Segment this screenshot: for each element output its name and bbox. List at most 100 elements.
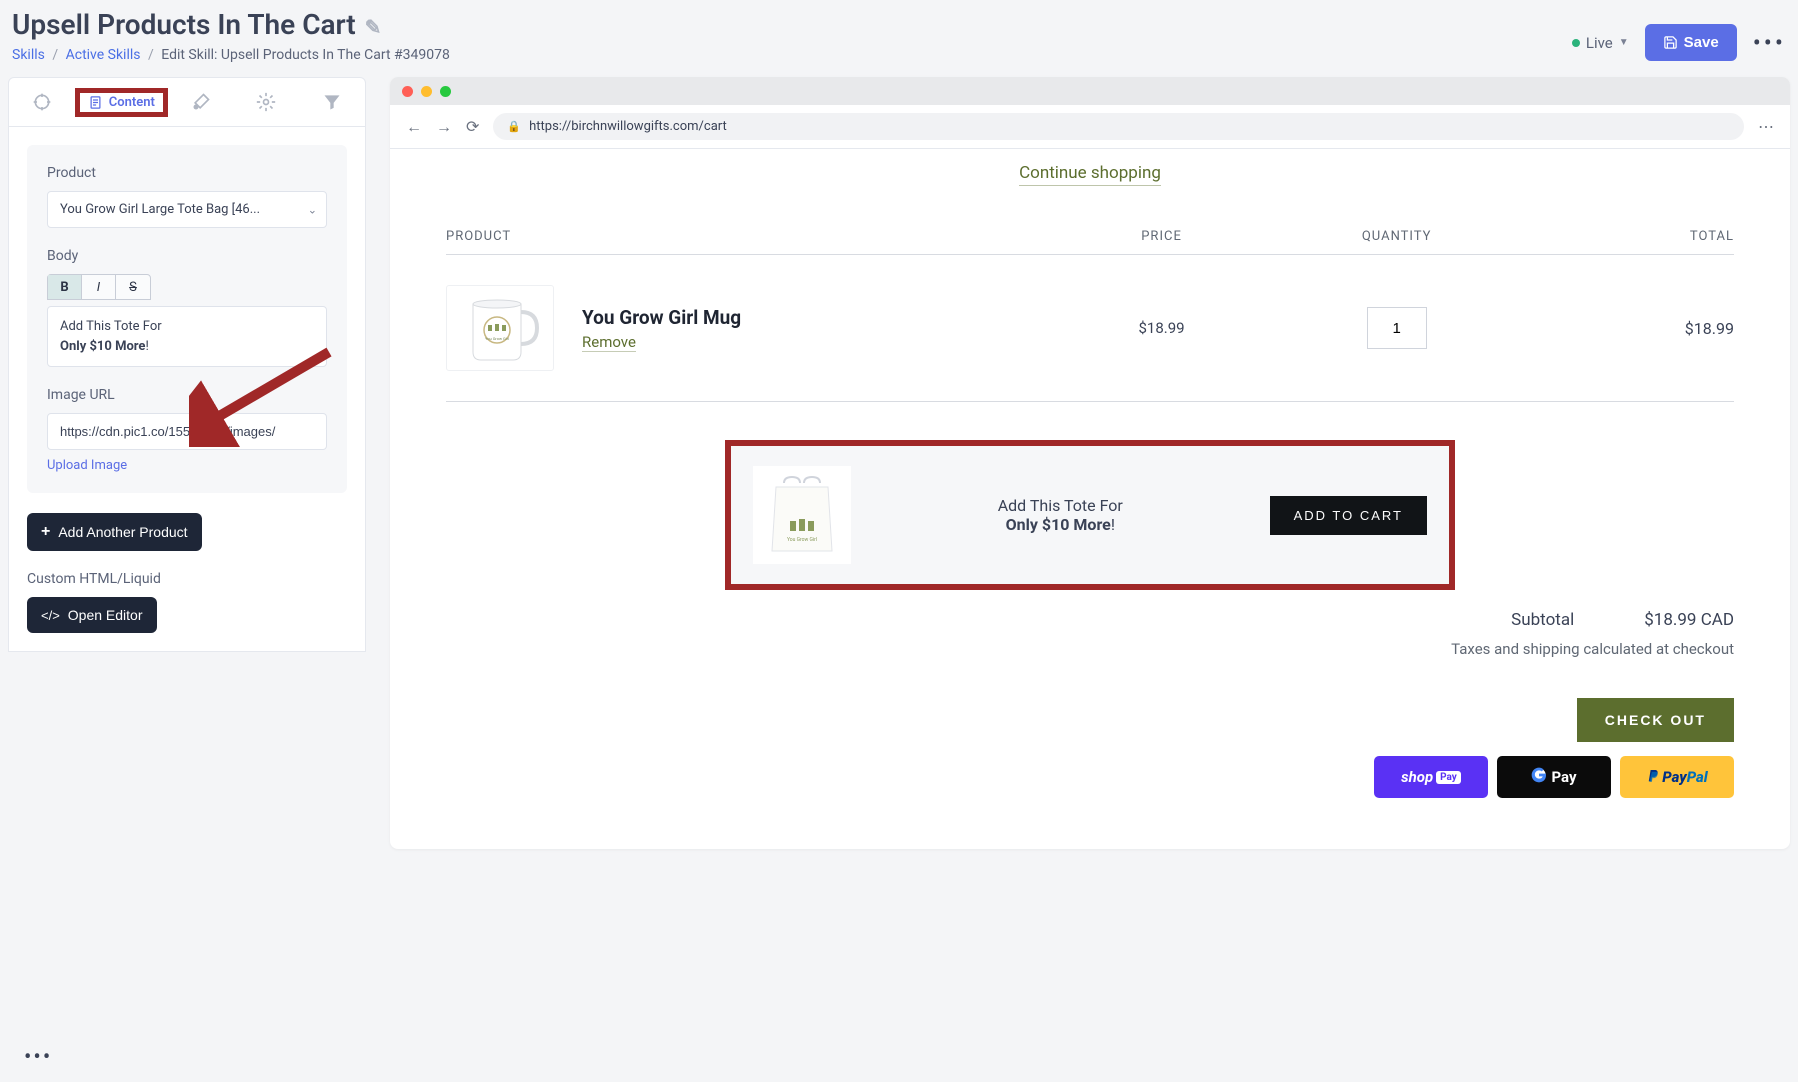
product-cell: You Grow Girl You Grow Girl Mug Remove <box>446 285 1059 371</box>
price-cell: $18.99 <box>1059 319 1263 337</box>
mug-icon: You Grow Girl <box>455 290 545 366</box>
tab-design[interactable] <box>168 78 234 126</box>
shop-pay-label: shop <box>1401 768 1433 786</box>
breadcrumb-skills[interactable]: Skills <box>12 47 45 63</box>
lock-icon: 🔒 <box>507 120 521 133</box>
reload-icon[interactable]: ⟳ <box>466 117 479 136</box>
rte-body-input[interactable]: Add This Tote For Only $10 More! <box>47 306 327 367</box>
browser-more-icon[interactable]: ⋯ <box>1758 117 1774 136</box>
product-info: You Grow Girl Mug Remove <box>582 306 741 351</box>
paypal-icon <box>1646 770 1659 785</box>
breadcrumb: Skills / Active Skills / Edit Skill: Ups… <box>12 47 450 63</box>
strikethrough-button[interactable]: S <box>116 275 150 299</box>
header-right: Live ▼ Save ••• <box>1572 24 1786 61</box>
header-left: Upsell Products In The Cart ✎ Skills / A… <box>12 8 450 63</box>
browser-toolbar: ← → ⟳ 🔒 https://birchnwillowgifts.com/ca… <box>390 105 1790 149</box>
tax-note: Taxes and shipping calculated at checkou… <box>446 640 1734 658</box>
upload-image-link[interactable]: Upload Image <box>47 458 127 473</box>
preview-area: ← → ⟳ 🔒 https://birchnwillowgifts.com/ca… <box>390 77 1790 849</box>
browser-frame: ← → ⟳ 🔒 https://birchnwillowgifts.com/ca… <box>390 77 1790 849</box>
breadcrumb-active-skills[interactable]: Active Skills <box>66 47 141 63</box>
google-pay-button[interactable]: Pay <box>1497 756 1611 798</box>
line-total: $18.99 <box>1530 319 1734 338</box>
breadcrumb-sep: / <box>148 47 154 63</box>
crosshair-icon <box>32 92 52 112</box>
funnel-icon <box>322 92 342 112</box>
tab-settings[interactable] <box>234 78 300 126</box>
product-form-section: Product You Grow Girl Large Tote Bag [46… <box>27 145 347 493</box>
cart-row: You Grow Girl You Grow Girl Mug Remove $… <box>446 254 1734 402</box>
status-dropdown[interactable]: Live ▼ <box>1572 34 1629 52</box>
tab-targeting[interactable] <box>9 78 75 126</box>
image-url-input[interactable] <box>47 413 327 450</box>
url-text: https://birchnwillowgifts.com/cart <box>529 119 727 134</box>
cart-table-header: PRODUCT PRICE QUANTITY TOTAL <box>446 219 1734 254</box>
body-line2-strong: Only $10 More <box>60 339 145 354</box>
paypal-button[interactable]: PayPal <box>1620 756 1734 798</box>
product-image[interactable]: You Grow Girl <box>446 285 554 371</box>
product-label: Product <box>47 165 327 181</box>
svg-text:You Grow Girl: You Grow Girl <box>485 336 509 341</box>
paypal-pay-label: Pay <box>1662 768 1686 786</box>
tab-content-label: Content <box>109 95 155 110</box>
tab-filter[interactable] <box>299 78 365 126</box>
shop-pay-button[interactable]: shopPay <box>1374 756 1488 798</box>
body-line1: Add This Tote For <box>60 319 162 334</box>
body-line2-tail: ! <box>145 339 148 354</box>
quantity-input[interactable] <box>1367 307 1427 349</box>
document-icon <box>88 95 103 110</box>
paypal-pal-label: Pal <box>1687 768 1708 786</box>
add-to-cart-button[interactable]: ADD TO CART <box>1270 496 1427 535</box>
product-select[interactable]: You Grow Girl Large Tote Bag [46... ⌄ <box>47 191 327 228</box>
continue-shopping-wrapper: Continue shopping <box>446 163 1734 183</box>
save-label: Save <box>1684 34 1719 51</box>
col-total: TOTAL <box>1530 229 1734 244</box>
window-minimize-icon[interactable] <box>421 86 432 97</box>
italic-button[interactable]: I <box>82 275 116 299</box>
product-name: You Grow Girl Mug <box>582 306 741 329</box>
col-quantity: QUANTITY <box>1264 229 1530 244</box>
upsell-line2: Only $10 More <box>1006 515 1111 534</box>
window-close-icon[interactable] <box>402 86 413 97</box>
content-tab-highlight: Content <box>75 88 168 117</box>
subtotal-row: Subtotal $18.99 CAD <box>446 610 1734 630</box>
bold-button[interactable]: B <box>48 275 82 299</box>
sidebar-body: Product You Grow Girl Large Tote Bag [46… <box>8 127 366 652</box>
chevron-down-icon: ▼ <box>1619 37 1629 48</box>
rte-toolbar: B I S <box>47 274 151 300</box>
tote-bag-icon: You Grow Girl <box>762 473 842 557</box>
code-icon: </> <box>41 608 60 623</box>
page-title-text: Upsell Products In The Cart <box>12 8 356 41</box>
checkout-button[interactable]: CHECK OUT <box>1577 698 1734 742</box>
cart-table: PRODUCT PRICE QUANTITY TOTAL <box>446 219 1734 402</box>
remove-link[interactable]: Remove <box>582 333 636 352</box>
custom-html-label: Custom HTML/Liquid <box>27 571 347 587</box>
edit-title-icon[interactable]: ✎ <box>365 15 382 39</box>
window-maximize-icon[interactable] <box>440 86 451 97</box>
save-button[interactable]: Save <box>1645 24 1737 61</box>
status-dot-icon <box>1572 39 1580 47</box>
app-header: Upsell Products In The Cart ✎ Skills / A… <box>0 0 1798 77</box>
more-menu-icon[interactable]: ••• <box>1753 29 1786 57</box>
subtotal-value: $18.99 CAD <box>1644 610 1734 630</box>
continue-shopping-link[interactable]: Continue shopping <box>1019 163 1161 186</box>
product-select-value: You Grow Girl Large Tote Bag [46... <box>47 191 327 228</box>
address-bar[interactable]: 🔒 https://birchnwillowgifts.com/cart <box>493 113 1744 140</box>
back-icon[interactable]: ← <box>406 117 422 137</box>
breadcrumb-current: Edit Skill: Upsell Products In The Cart … <box>161 47 450 63</box>
add-another-product-button[interactable]: + Add Another Product <box>27 513 202 551</box>
upsell-line2-tail: ! <box>1111 515 1115 534</box>
tab-content[interactable]: Content <box>75 78 168 126</box>
breadcrumb-sep: / <box>52 47 58 63</box>
page-title: Upsell Products In The Cart ✎ <box>12 8 450 41</box>
upsell-image[interactable]: You Grow Girl <box>753 466 851 564</box>
gear-icon <box>256 92 276 112</box>
open-editor-button[interactable]: </> Open Editor <box>27 597 157 633</box>
gpay-label: Pay <box>1551 768 1576 786</box>
bottom-more-icon[interactable]: ••• <box>24 1045 52 1070</box>
forward-icon[interactable]: → <box>436 117 452 137</box>
status-label: Live <box>1586 34 1613 52</box>
col-product: PRODUCT <box>446 229 1059 244</box>
sidebar: Content Product You Grow Girl Large Tote… <box>8 77 366 849</box>
subtotal-label: Subtotal <box>1511 610 1574 630</box>
